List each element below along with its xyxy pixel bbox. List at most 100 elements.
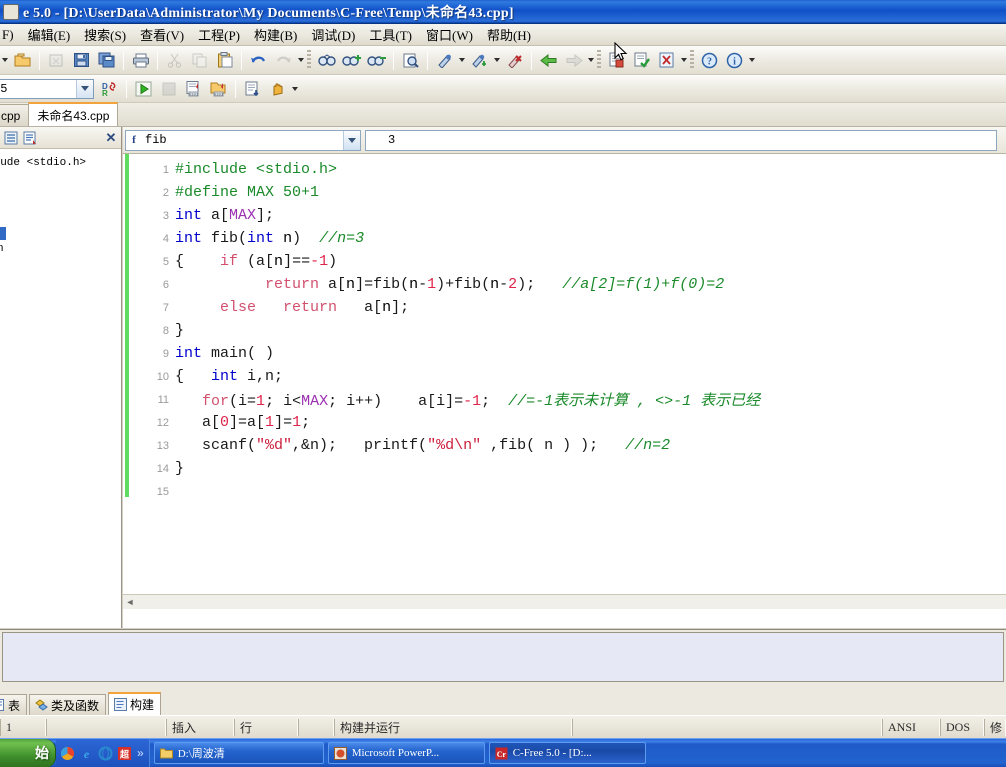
paste-icon[interactable] — [213, 49, 236, 72]
redo-icon[interactable] — [272, 49, 295, 72]
tree-node-0[interactable]: clude <stdio.h> — [0, 157, 86, 169]
code-line[interactable]: 15 — [123, 480, 1006, 503]
taskbar-item-explorer[interactable]: D:\周波清 — [153, 742, 324, 764]
code-line[interactable]: 14} — [123, 457, 1006, 480]
output-tab-symbol-list[interactable]: 表 — [0, 694, 28, 715]
find-icon[interactable] — [315, 49, 338, 72]
copy-icon[interactable] — [188, 49, 211, 72]
find-next-icon[interactable] — [340, 49, 363, 72]
editor-horizontal-scrollbar[interactable]: ◄ — [123, 594, 1006, 609]
navigate-forward-icon[interactable] — [562, 49, 585, 72]
media-player-icon[interactable] — [59, 745, 76, 762]
document-tab-0[interactable]: 2.cpp — [0, 104, 30, 126]
cut-icon[interactable] — [163, 49, 186, 72]
symbol-list-icon[interactable] — [22, 129, 39, 146]
run-icon[interactable] — [132, 77, 155, 100]
quick-launch-overflow[interactable]: » — [135, 746, 146, 760]
code-line[interactable]: 6 return a[n]=fib(n-1)+fib(n-2); //a[2]=… — [123, 273, 1006, 296]
debug-release-toggle-icon[interactable]: DR — [98, 77, 121, 100]
menu-help[interactable]: 帮助(H) — [480, 23, 538, 46]
list-view-icon[interactable] — [2, 129, 19, 146]
taskbar-item-powerpoint[interactable]: Microsoft PowerP... — [327, 742, 485, 764]
new-file-dropdown-arrow[interactable] — [0, 49, 10, 71]
help-icon[interactable]: ? — [698, 49, 721, 72]
code-line[interactable]: 11 for(i=1; i<MAX; i++) a[i]=-1; //=-1表示… — [123, 388, 1006, 411]
menu-view[interactable]: 查看(V) — [133, 23, 191, 46]
svg-text:i: i — [733, 56, 736, 67]
code-line[interactable]: 1 #include <stdio.h> — [123, 158, 1006, 181]
left-dock-close-button[interactable]: ✕ — [103, 130, 119, 146]
stop-icon[interactable] — [157, 77, 180, 100]
output-tab-build[interactable]: 构建 — [108, 692, 162, 715]
code-line[interactable]: 9 int main( ) — [123, 342, 1006, 365]
bookmark-clear-icon[interactable] — [503, 49, 526, 72]
symbol-select[interactable]: f fib — [125, 129, 361, 151]
about-icon[interactable]: i — [723, 49, 746, 72]
navigate-dropdown-arrow[interactable] — [586, 49, 596, 71]
toolbar-grip-3[interactable] — [690, 50, 694, 70]
scroll-left-arrow[interactable]: ◄ — [123, 596, 137, 609]
menu-tools[interactable]: 工具(T) — [362, 23, 419, 46]
taskbar-item-cfree[interactable]: Cғ C-Free 5.0 - [D:... — [488, 742, 646, 764]
menu-file[interactable]: F) — [0, 25, 21, 45]
undo-dropdown-arrow[interactable] — [296, 49, 306, 71]
browser-icon[interactable] — [97, 745, 114, 762]
menu-debug[interactable]: 调试(D) — [304, 23, 362, 46]
undo-icon[interactable] — [247, 49, 270, 72]
tree-node-2[interactable]: n — [0, 243, 4, 255]
save-icon[interactable] — [70, 49, 93, 72]
menu-project[interactable]: 工程(P) — [191, 23, 247, 46]
output-tab-class-function[interactable]: 类及函数 — [29, 694, 107, 715]
line-number-field[interactable]: 3 — [365, 129, 997, 151]
save-all-icon[interactable] — [95, 49, 118, 72]
document-tab-1[interactable]: 未命名43.cpp — [28, 102, 119, 126]
compiler-select-arrow[interactable] — [76, 79, 93, 98]
system-menu-icon[interactable] — [3, 3, 19, 20]
open-file-icon[interactable] — [11, 49, 34, 72]
internet-explorer-icon[interactable]: e — [78, 745, 95, 762]
build-dropdown-arrow[interactable] — [679, 49, 689, 71]
pause-icon[interactable] — [266, 77, 289, 100]
build-toolbar-dropdown-arrow[interactable] — [290, 78, 300, 100]
code-token: return — [283, 299, 338, 316]
menu-search[interactable]: 搜索(S) — [77, 23, 133, 46]
bookmark-toggle-icon[interactable] — [433, 49, 456, 72]
toolbar-grip-2[interactable] — [597, 50, 601, 70]
code-line[interactable]: 7 else return a[n]; — [123, 296, 1006, 319]
menu-window[interactable]: 窗口(W) — [419, 23, 480, 46]
menu-build[interactable]: 构建(B) — [247, 23, 304, 46]
find-previous-icon[interactable] — [365, 49, 388, 72]
bookmark-dropdown-arrow[interactable] — [457, 49, 467, 71]
build-output-area[interactable] — [2, 632, 1004, 682]
tree-node-1-selected[interactable] — [0, 227, 6, 240]
left-dock-tree[interactable]: clude <stdio.h> n — [0, 149, 121, 628]
start-button[interactable]: 始 — [0, 738, 56, 767]
code-line[interactable]: 8} — [123, 319, 1006, 342]
build-project-icon[interactable]: 0101 — [207, 77, 230, 100]
find-in-files-icon[interactable] — [399, 49, 422, 72]
bookmark-next-icon[interactable] — [468, 49, 491, 72]
code-line[interactable]: 12 a[0]=a[1]=1; — [123, 411, 1006, 434]
compiler-select[interactable]: w5 — [0, 78, 94, 99]
code-line[interactable]: 3 int a[MAX]; — [123, 204, 1006, 227]
compile-icon[interactable] — [605, 49, 628, 72]
navigate-back-icon[interactable] — [537, 49, 560, 72]
stop-build-icon[interactable] — [655, 49, 678, 72]
code-editor[interactable]: 1 #include <stdio.h> 2 #define MAX 50+1 3 int… — [123, 154, 1006, 609]
compile-file-icon[interactable]: 0101 — [182, 77, 205, 100]
code-line[interactable]: 5 { if (a[n]==-1) — [123, 250, 1006, 273]
toolbar-grip-1[interactable] — [307, 50, 311, 70]
code-line[interactable]: 2 #define MAX 50+1 — [123, 181, 1006, 204]
print-icon[interactable] — [129, 49, 152, 72]
help-dropdown-arrow[interactable] — [747, 49, 757, 71]
code-line[interactable]: 10 { int i,n; — [123, 365, 1006, 388]
bookmark-next-dropdown-arrow[interactable] — [492, 49, 502, 71]
close-file-icon[interactable] — [45, 49, 68, 72]
app-icon[interactable]: 超 — [116, 745, 133, 762]
symbol-select-arrow[interactable] — [343, 130, 360, 150]
menu-edit[interactable]: 编辑(E) — [21, 23, 78, 46]
build-icon[interactable] — [630, 49, 653, 72]
build-and-run-icon[interactable] — [241, 77, 264, 100]
code-line[interactable]: 13 scanf("%d",&n); printf("%d\n" ,fib( n… — [123, 434, 1006, 457]
code-line[interactable]: 4 int fib(int n) //n=3 — [123, 227, 1006, 250]
